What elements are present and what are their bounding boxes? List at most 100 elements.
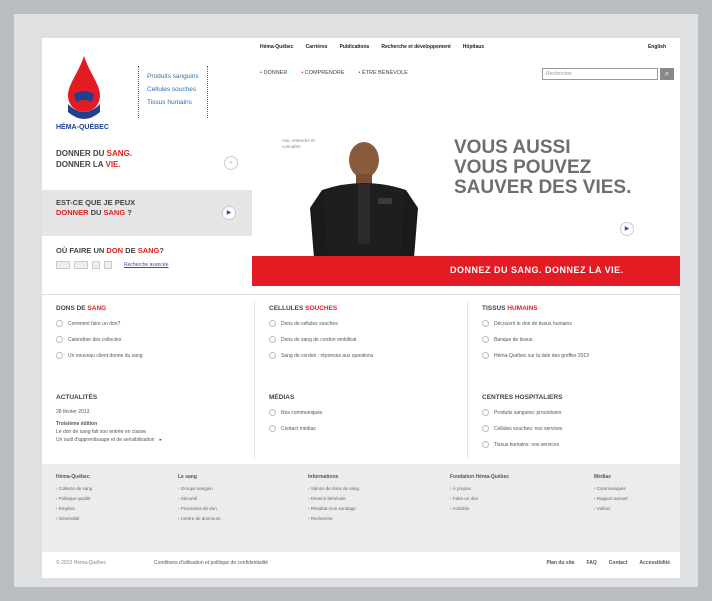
expand-icon[interactable]: »	[224, 156, 238, 170]
footer-link[interactable]: Salons de dons de sang	[308, 486, 359, 491]
more-arrow-icon: ▸	[159, 437, 163, 443]
footer-link[interactable]: À propos	[450, 486, 509, 491]
list-item[interactable]: Découvrir le don de tissus humains	[482, 320, 666, 327]
conditions-link[interactable]: Conditions d'utilisation et politique de…	[154, 560, 268, 566]
footer-link[interactable]: Généralité	[56, 516, 92, 521]
list-item[interactable]: Calendrier des collectes	[56, 336, 240, 343]
hero-slogan: DONNEZ DU SANG. DONNEZ LA VIE.	[450, 265, 624, 275]
promo-eligibility[interactable]: EST-CE QUE JE PEUX DONNER DU SANG ? ▶	[42, 190, 252, 236]
hero-banner: Voir, entendre et connaître VOUS AUSSI V…	[252, 138, 680, 286]
topnav-hema-quebec[interactable]: Héma-Québec	[260, 44, 294, 56]
list-item[interactable]: Produits sanguins: procédures	[482, 409, 666, 416]
link-tissus-humains[interactable]: Tissus humains	[147, 96, 199, 109]
logo-sublinks: Produits sanguins Cellules souches Tissu…	[138, 66, 208, 118]
cellules-title: CELLULES SOUCHES	[269, 305, 338, 312]
bullet-arrow-icon	[482, 441, 489, 448]
hero-headline: VOUS AUSSI VOUS POUVEZ SAUVER DES VIES.	[454, 137, 632, 198]
centres-title: CENTRES HOSPITALIERS	[482, 394, 563, 401]
bullet-arrow-icon	[269, 352, 276, 359]
promo-donner-du-sang[interactable]: DONNER DU SANG. DONNER LA VIE. »	[42, 138, 252, 190]
eligibility-line2: DONNER DU SANG ?	[56, 208, 132, 217]
footer-link[interactable]: Sécurité	[178, 496, 221, 501]
mainnav-comprendre[interactable]: COMPRENDRE	[301, 70, 345, 82]
footer-link[interactable]: Centre de donneurs	[178, 516, 221, 521]
faq-link[interactable]: FAQ	[587, 560, 597, 566]
search-input[interactable]: Rechercher	[542, 68, 658, 80]
list-item[interactable]: Cellules souches: nos services	[482, 425, 666, 432]
list-item[interactable]: Sang de cordon : réponses aux questions	[269, 352, 453, 359]
dons-title: DONS DE SANG	[56, 305, 107, 312]
footer-link[interactable]: Activités	[450, 506, 509, 511]
left-promo-column: DONNER DU SANG. DONNER LA VIE. » EST-CE …	[42, 138, 252, 294]
bullet-arrow-icon	[269, 409, 276, 416]
list-item[interactable]: Nos communiqués	[269, 409, 453, 416]
contact-link[interactable]: Contact	[609, 560, 628, 566]
link-cellules-souches[interactable]: Cellules souches	[147, 83, 199, 96]
footer-link[interactable]: Résultat mon sondage	[308, 506, 359, 511]
bottom-bar: © 2013 Héma-Québec Conditions d'utilisat…	[42, 552, 680, 578]
topnav-carrieres[interactable]: Carrières	[306, 44, 328, 56]
footer-link[interactable]: Processus de don	[178, 506, 221, 511]
news-text[interactable]: Un outil d'apprentissage et de sensibili…	[56, 437, 240, 443]
list-item[interactable]: Contact médias	[269, 425, 453, 432]
bullet-arrow-icon	[482, 425, 489, 432]
footer-link[interactable]: Vidéos	[594, 506, 628, 511]
where-title: OÙ FAIRE UN DON DE SANG?	[56, 246, 164, 255]
search-button[interactable]: ⌕	[660, 68, 674, 80]
search-icon: ⌕	[664, 69, 670, 78]
footer-link[interactable]: Communiqués	[594, 486, 628, 491]
bullet-arrow-icon	[56, 336, 63, 343]
list-item[interactable]: Héma-Québec sur la liste des greffes 201…	[482, 352, 666, 359]
bullet-arrow-icon	[482, 320, 489, 327]
hero-play-icon[interactable]: ▶	[620, 222, 634, 236]
medias-title: MÉDIAS	[269, 394, 295, 401]
footer-link[interactable]: Recherche	[308, 516, 359, 521]
where-form: Recherche avancée	[56, 261, 238, 269]
list-item[interactable]: Comment faire un don?	[56, 320, 240, 327]
mainnav-etre-benevole[interactable]: ÊTRE BÉNÉVOLE	[359, 70, 408, 82]
footer-link[interactable]: Emplois	[56, 506, 92, 511]
play-icon[interactable]: ▶	[222, 206, 236, 220]
copyright: © 2013 Héma-Québec	[56, 560, 107, 566]
bullet-arrow-icon	[482, 336, 489, 343]
promo-title-line1: DONNER DU SANG.	[56, 149, 133, 158]
accessibility-link[interactable]: Accessibilité	[639, 560, 670, 566]
topnav-hopitaux[interactable]: Hôpitaux	[463, 44, 484, 56]
footer-link[interactable]: Rapport annuel	[594, 496, 628, 501]
footer-link[interactable]: Devenir bénévole	[308, 496, 359, 501]
where-to-donate: OÙ FAIRE UN DON DE SANG? Recherche avanc…	[42, 236, 252, 286]
mainnav-donner[interactable]: DONNER	[260, 70, 287, 82]
footer-sitemap: Héma-Québec Collecte de sang Politique q…	[42, 464, 680, 552]
footer-link[interactable]: Faire un don	[450, 496, 509, 501]
footer-col-fondation: Fondation Héma-Québec À propos Faire un …	[450, 474, 509, 516]
link-produits-sanguins[interactable]: Produits sanguins	[147, 70, 199, 83]
list-item[interactable]: Dons de sang de cordon ombilical	[269, 336, 453, 343]
footer-link[interactable]: Groupe sanguin	[178, 486, 221, 491]
list-item[interactable]: Banque de tissus	[482, 336, 666, 343]
list-item[interactable]: Dons de cellules souches	[269, 320, 453, 327]
region-select[interactable]	[56, 261, 70, 269]
ok-button[interactable]	[104, 261, 112, 269]
bullet-arrow-icon	[269, 320, 276, 327]
footer-col-hema: Héma-Québec Collecte de sang Politique q…	[56, 474, 92, 526]
footer-link[interactable]: Collecte de sang	[56, 486, 93, 491]
bullet-arrow-icon	[56, 320, 63, 327]
language-toggle[interactable]: English	[648, 44, 666, 56]
footer-link[interactable]: Politique qualité	[56, 496, 92, 501]
webpage: HÉMA-QUÉBEC Produits sanguins Cellules s…	[42, 38, 680, 578]
topnav-publications[interactable]: Publications	[340, 44, 370, 56]
city-select[interactable]	[74, 261, 88, 269]
go-button[interactable]	[92, 261, 100, 269]
footer-heading: Médias	[594, 474, 611, 480]
footer-heading: Informations	[308, 474, 339, 480]
bullet-arrow-icon	[56, 352, 63, 359]
footer-col-sang: Le sang Groupe sanguin Sécurité Processu…	[178, 474, 221, 526]
blood-drop-logo-icon[interactable]	[64, 54, 104, 124]
bottom-links: Plan du site FAQ Contact Accessibilité	[546, 560, 670, 566]
advanced-search-link[interactable]: Recherche avancée	[124, 262, 168, 268]
list-item[interactable]: Un nouveau client donne du sang	[56, 352, 240, 359]
news-headline[interactable]: Troisième édition	[56, 421, 240, 427]
topnav-recherche[interactable]: Recherche et développement	[381, 44, 450, 56]
list-item[interactable]: Tissus humains: nos services	[482, 441, 666, 448]
sitemap-link[interactable]: Plan du site	[546, 560, 574, 566]
